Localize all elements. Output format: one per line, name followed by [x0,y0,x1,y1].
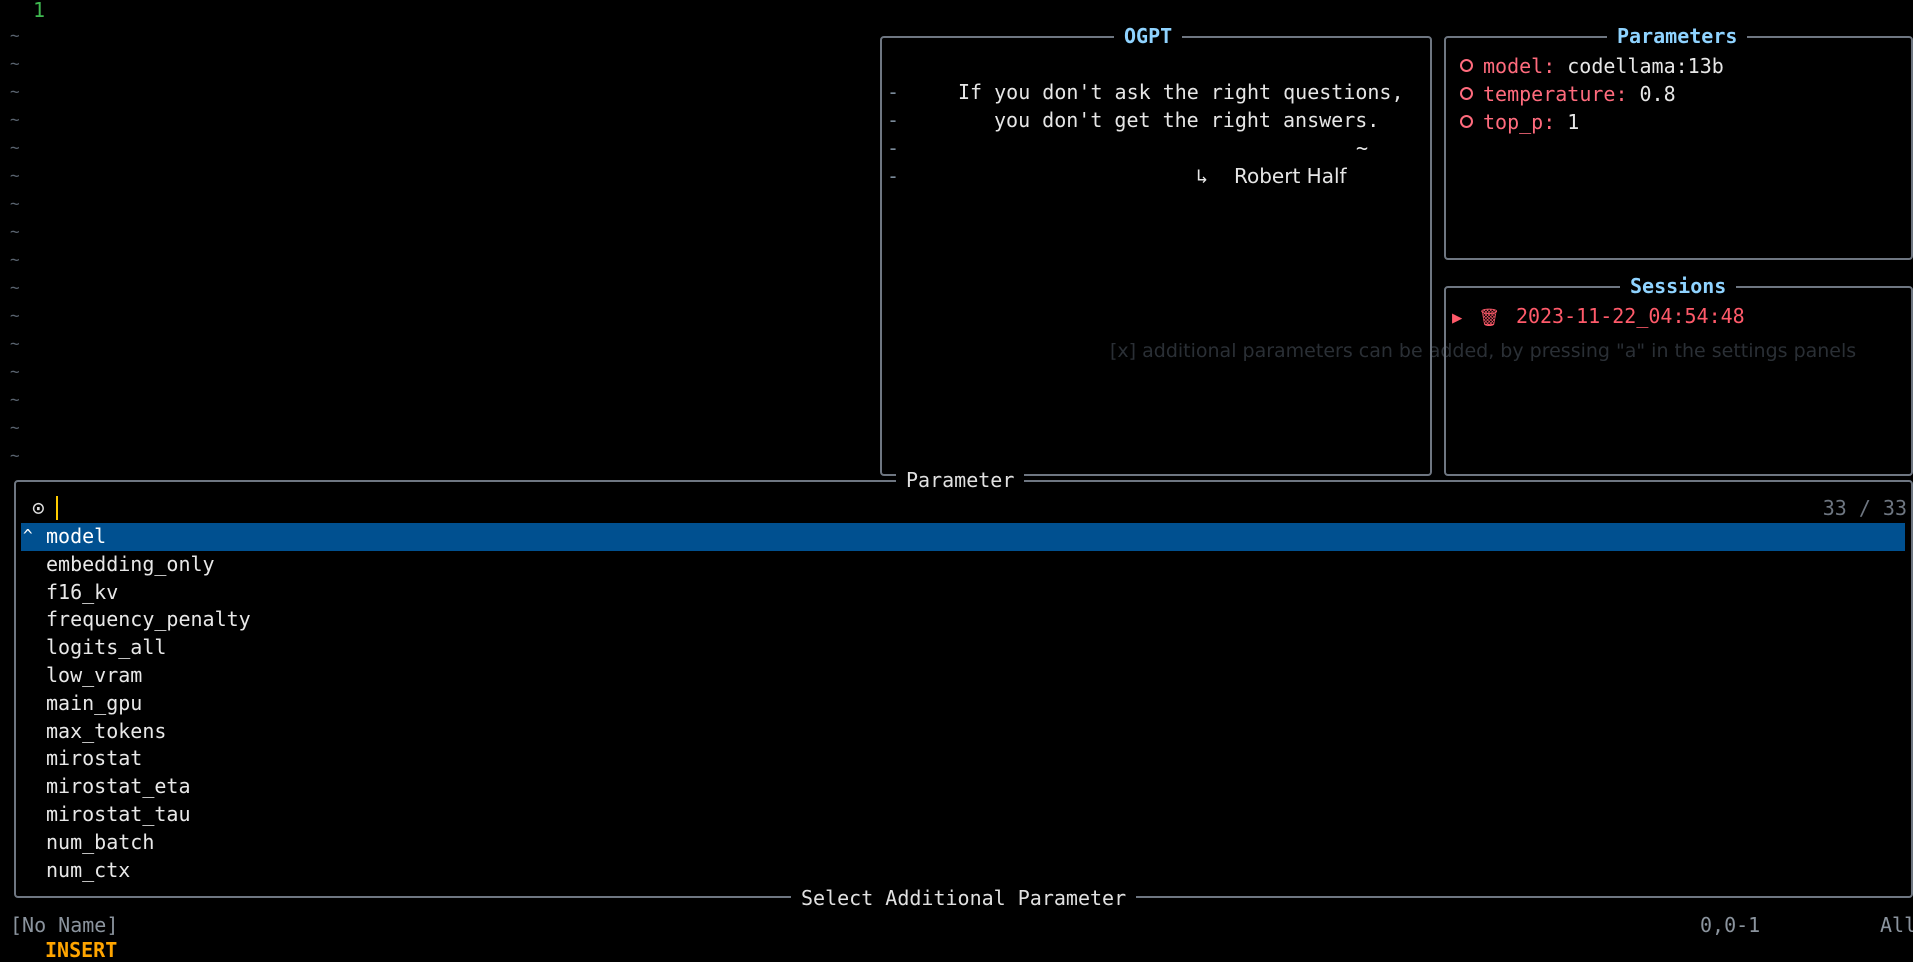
picker-option[interactable]: mirostat_tau [46,802,191,826]
parameters-panel-title: Parameters [1607,22,1748,50]
picker-option[interactable]: frequency_penalty [46,607,251,631]
picker-option[interactable]: logits_all [46,635,166,659]
session-item[interactable]: ▶ 🗑 2023-11-22_04:54:48 [1452,304,1745,328]
ogpt-panel-title: OGPT [1114,22,1183,50]
search-input[interactable] [56,494,406,522]
tilde-marker: ~ [10,306,20,325]
quote-line-1: If you don't ask the right questions, [958,80,1404,104]
selected-row-highlight [21,523,1905,551]
mode-indicator: INSERT [45,938,118,962]
parameter-key: temperature: [1483,82,1628,106]
picker-option[interactable]: num_batch [46,830,154,854]
tilde-marker: ~ [10,222,20,241]
tilde-marker: ~ [10,418,20,437]
tilde-marker: ~ [10,26,20,45]
trash-icon[interactable]: 🗑 [1478,308,1500,328]
quote-line-2: you don't get the right answers. [994,108,1380,132]
picker-option[interactable]: max_tokens [46,719,166,743]
picker-option[interactable]: main_gpu [46,691,142,715]
status-filename: [No Name] [10,913,119,937]
parameter-key: top_p: [1483,110,1556,134]
status-scroll: All [1880,913,1913,937]
tilde-marker: ~ [10,82,20,101]
dash-marker: - [887,108,900,132]
parameter-key: model: [1483,54,1556,78]
picker-option[interactable]: f16_kv [46,580,118,604]
picker-title: Parameter [896,466,1025,494]
session-label: 2023-11-22_04:54:48 [1515,304,1745,328]
picker-option[interactable]: mirostat [46,746,142,770]
parameter-value: 0.8 [1639,82,1676,106]
selection-marker-icon: ^ [23,526,33,545]
bullet-icon [1460,115,1473,128]
tilde-marker: ~ [10,250,20,269]
sessions-panel[interactable]: Sessions ▶ 🗑 2023-11-22_04:54:48 [1444,272,1913,476]
session-marker-icon: ▶ [1452,308,1463,328]
sessions-panel-title: Sessions [1620,272,1737,300]
tilde-marker: ~ [10,362,20,381]
result-count: 33 / 33 [1822,496,1907,520]
bullet-icon [1460,87,1473,100]
parameter-picker[interactable]: Parameter Select Additional Parameter ⊙ … [14,466,1913,912]
tilde-marker: ~ [10,166,20,185]
tilde-marker: ~ [10,194,20,213]
tilde-marker: ~ [10,446,20,465]
text-cursor [56,495,58,520]
picker-option[interactable]: low_vram [46,663,142,687]
dash-marker: - [887,136,900,160]
parameter-item[interactable]: temperature: 0.8 [1460,82,1676,106]
prompt-icon: ⊙ [32,496,45,520]
bullet-icon [1460,59,1473,72]
parameter-value: codellama:13b [1567,54,1724,78]
tilde-marker: ~ [10,110,20,129]
dash-marker: - [887,164,900,188]
dash-marker: - [887,80,900,104]
picker-option[interactable]: mirostat_eta [46,774,191,798]
tilde-marker: ~ [10,334,20,353]
tilde-marker: ~ [10,390,20,409]
picker-option[interactable]: num_ctx [46,858,130,882]
author-arrow-icon: ↳ [1196,164,1209,188]
tilde-marker: ~ [10,278,20,297]
line-number: 1 [33,0,46,22]
quote-author: Robert Half [1234,164,1347,188]
picker-option[interactable]: model [46,524,106,548]
tilde-marker: ~ [10,138,20,157]
status-position: 0,0-1 [1700,913,1761,937]
parameter-item[interactable]: top_p: 1 [1460,110,1579,134]
picker-option[interactable]: embedding_only [46,552,215,576]
ogpt-panel[interactable]: OGPT - - - - If you don't ask the right … [880,22,1432,476]
parameter-item[interactable]: model: codellama:13b [1460,54,1724,78]
parameters-panel[interactable]: Parameters model: codellama:13b temperatur… [1444,22,1913,260]
parameter-value: 1 [1567,110,1580,134]
tilde-marker: ~ [10,54,20,73]
quote-tilde: ~ [1356,136,1369,160]
picker-footer: Select Additional Parameter [791,884,1137,912]
